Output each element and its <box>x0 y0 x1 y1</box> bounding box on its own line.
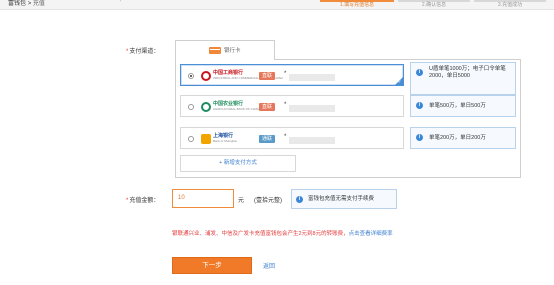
required-mark: * <box>126 49 129 55</box>
info-icon: i <box>416 69 423 76</box>
radio-icbc[interactable] <box>188 73 194 79</box>
progress-steps: 1.填写充值信息 2.确认信息 3.充值成功 <box>318 0 554 9</box>
card-number-mask <box>289 74 335 81</box>
card-number: * <box>284 134 287 140</box>
fee-detail-link[interactable]: 点击查看详细费率 <box>349 231 393 237</box>
radio-bos[interactable] <box>188 136 194 142</box>
limit-line: 单笔200万，单日200万 <box>429 135 486 141</box>
breadcrumb: 富钱包 > 充值 <box>8 0 45 9</box>
direct-tag: 直联 <box>259 72 276 80</box>
step-fill-info: 1.填写充值信息 <box>320 0 394 9</box>
limit-note-bos: i 单笔200万，单日200万 <box>410 127 516 149</box>
limit-line: 单笔500万，单日500万 <box>429 103 486 109</box>
info-icon: i <box>416 134 423 141</box>
bank-subname: AGRICULTURAL BANK OF CHINA <box>213 107 261 111</box>
breadcrumb-separator: > <box>27 1 32 7</box>
radio-abc[interactable] <box>188 104 194 110</box>
icbc-logo-icon <box>201 71 211 81</box>
fee-warning-text: 银联通兴业、浦发、中信及广发卡充值富钱包会产生2元到8元的转账费， <box>172 231 349 237</box>
fee-note: i 富钱包充值无需支付手续费 <box>291 189 397 209</box>
tab-bank-card[interactable]: 银行卡 <box>175 40 275 60</box>
card-number: * <box>284 102 287 108</box>
limit-line: U盾单笔1000万；电子口令单笔 <box>429 66 506 72</box>
limit-note-icbc: i U盾单笔1000万；电子口令单笔 2000，单日5000 <box>410 62 516 95</box>
bank-subname: Bank of Shanghai <box>213 139 237 143</box>
breadcrumb-current: 充值 <box>32 1 45 7</box>
bank-option-bos[interactable]: 上海银行 Bank of Shanghai 通联 * <box>180 127 404 149</box>
channel-label: *支付渠道： <box>126 49 160 55</box>
info-icon: i <box>416 102 423 109</box>
stray-mark: ' <box>120 0 121 6</box>
amount-in-words: (壹拾元整) <box>254 198 282 204</box>
tab-label: 银行卡 <box>224 48 241 54</box>
step-confirm: 2.确认信息 <box>398 0 470 9</box>
info-icon: i <box>296 196 303 203</box>
bank-card-icon <box>209 47 221 54</box>
card-number: * <box>284 71 287 77</box>
bos-logo-icon <box>201 134 211 144</box>
fee-warning: 银联通兴业、浦发、中信及广发卡充值富钱包会产生2元到8元的转账费，点击查看详细费… <box>172 229 393 237</box>
bank-option-icbc[interactable]: 中国工商银行 INDUSTRIAL AND COMMERCIAL BANK OF… <box>180 64 404 86</box>
card-number-mask <box>289 105 335 112</box>
top-bar: 富钱包 > 充值 ' 1.填写充值信息 2.确认信息 3.充值成功 <box>0 0 554 10</box>
direct-tag: 直联 <box>259 103 276 111</box>
next-step-button[interactable]: 下一步 <box>172 257 252 274</box>
abc-logo-icon <box>201 102 211 112</box>
union-tag: 通联 <box>259 135 276 143</box>
amount-label: *充值金额： <box>126 198 160 204</box>
card-number-mask <box>289 137 335 144</box>
add-payment-method-button[interactable]: + 新增支付方式 <box>180 155 296 172</box>
amount-unit: 元 <box>238 198 245 204</box>
bank-option-abc[interactable]: 中国农业银行 AGRICULTURAL BANK OF CHINA 直联 * <box>180 95 404 117</box>
required-mark: * <box>126 198 129 204</box>
amount-input[interactable]: 10 <box>172 189 234 208</box>
back-link[interactable]: 返回 <box>263 261 275 270</box>
breadcrumb-root[interactable]: 富钱包 <box>8 1 26 7</box>
limit-note-abc: i 单笔500万，单日500万 <box>410 95 516 117</box>
selected-check-icon <box>395 77 403 85</box>
limit-line: 2000，单日5000 <box>429 73 470 79</box>
step-success: 3.充值成功 <box>474 0 546 9</box>
recharge-page: 富钱包 > 充值 ' 1.填写充值信息 2.确认信息 3.充值成功 *支付渠道：… <box>0 0 554 285</box>
